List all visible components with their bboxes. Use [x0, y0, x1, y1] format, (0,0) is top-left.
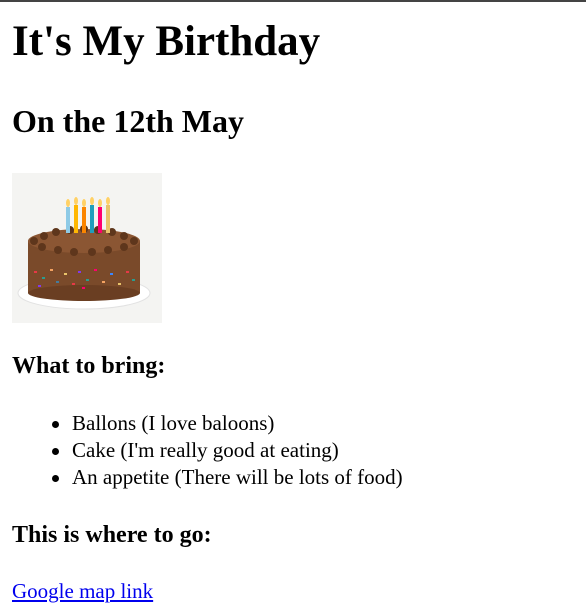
birthday-cake-image [12, 173, 162, 323]
google-map-link[interactable]: Google map link [12, 578, 153, 605]
list-item: Cake (I'm really good at eating) [52, 437, 403, 464]
list-item-text: Cake (I'm really good at eating) [72, 438, 339, 462]
bullet-icon [52, 448, 59, 455]
list-item-text: An appetite (There will be lots of food) [72, 465, 403, 489]
window-top-border [0, 0, 586, 2]
list-item: An appetite (There will be lots of food) [52, 464, 403, 491]
what-to-bring-heading: What to bring: [12, 353, 166, 379]
date-heading: On the 12th May [12, 103, 244, 139]
list-item: Ballons (I love baloons) [52, 410, 403, 437]
where-to-go-heading: This is where to go: [12, 522, 212, 548]
list-item-text: Ballons (I love baloons) [72, 411, 275, 435]
bullet-icon [52, 475, 59, 482]
bring-list: Ballons (I love baloons) Cake (I'm reall… [12, 410, 403, 491]
page-title: It's My Birthday [12, 18, 321, 65]
bullet-icon [52, 421, 59, 428]
